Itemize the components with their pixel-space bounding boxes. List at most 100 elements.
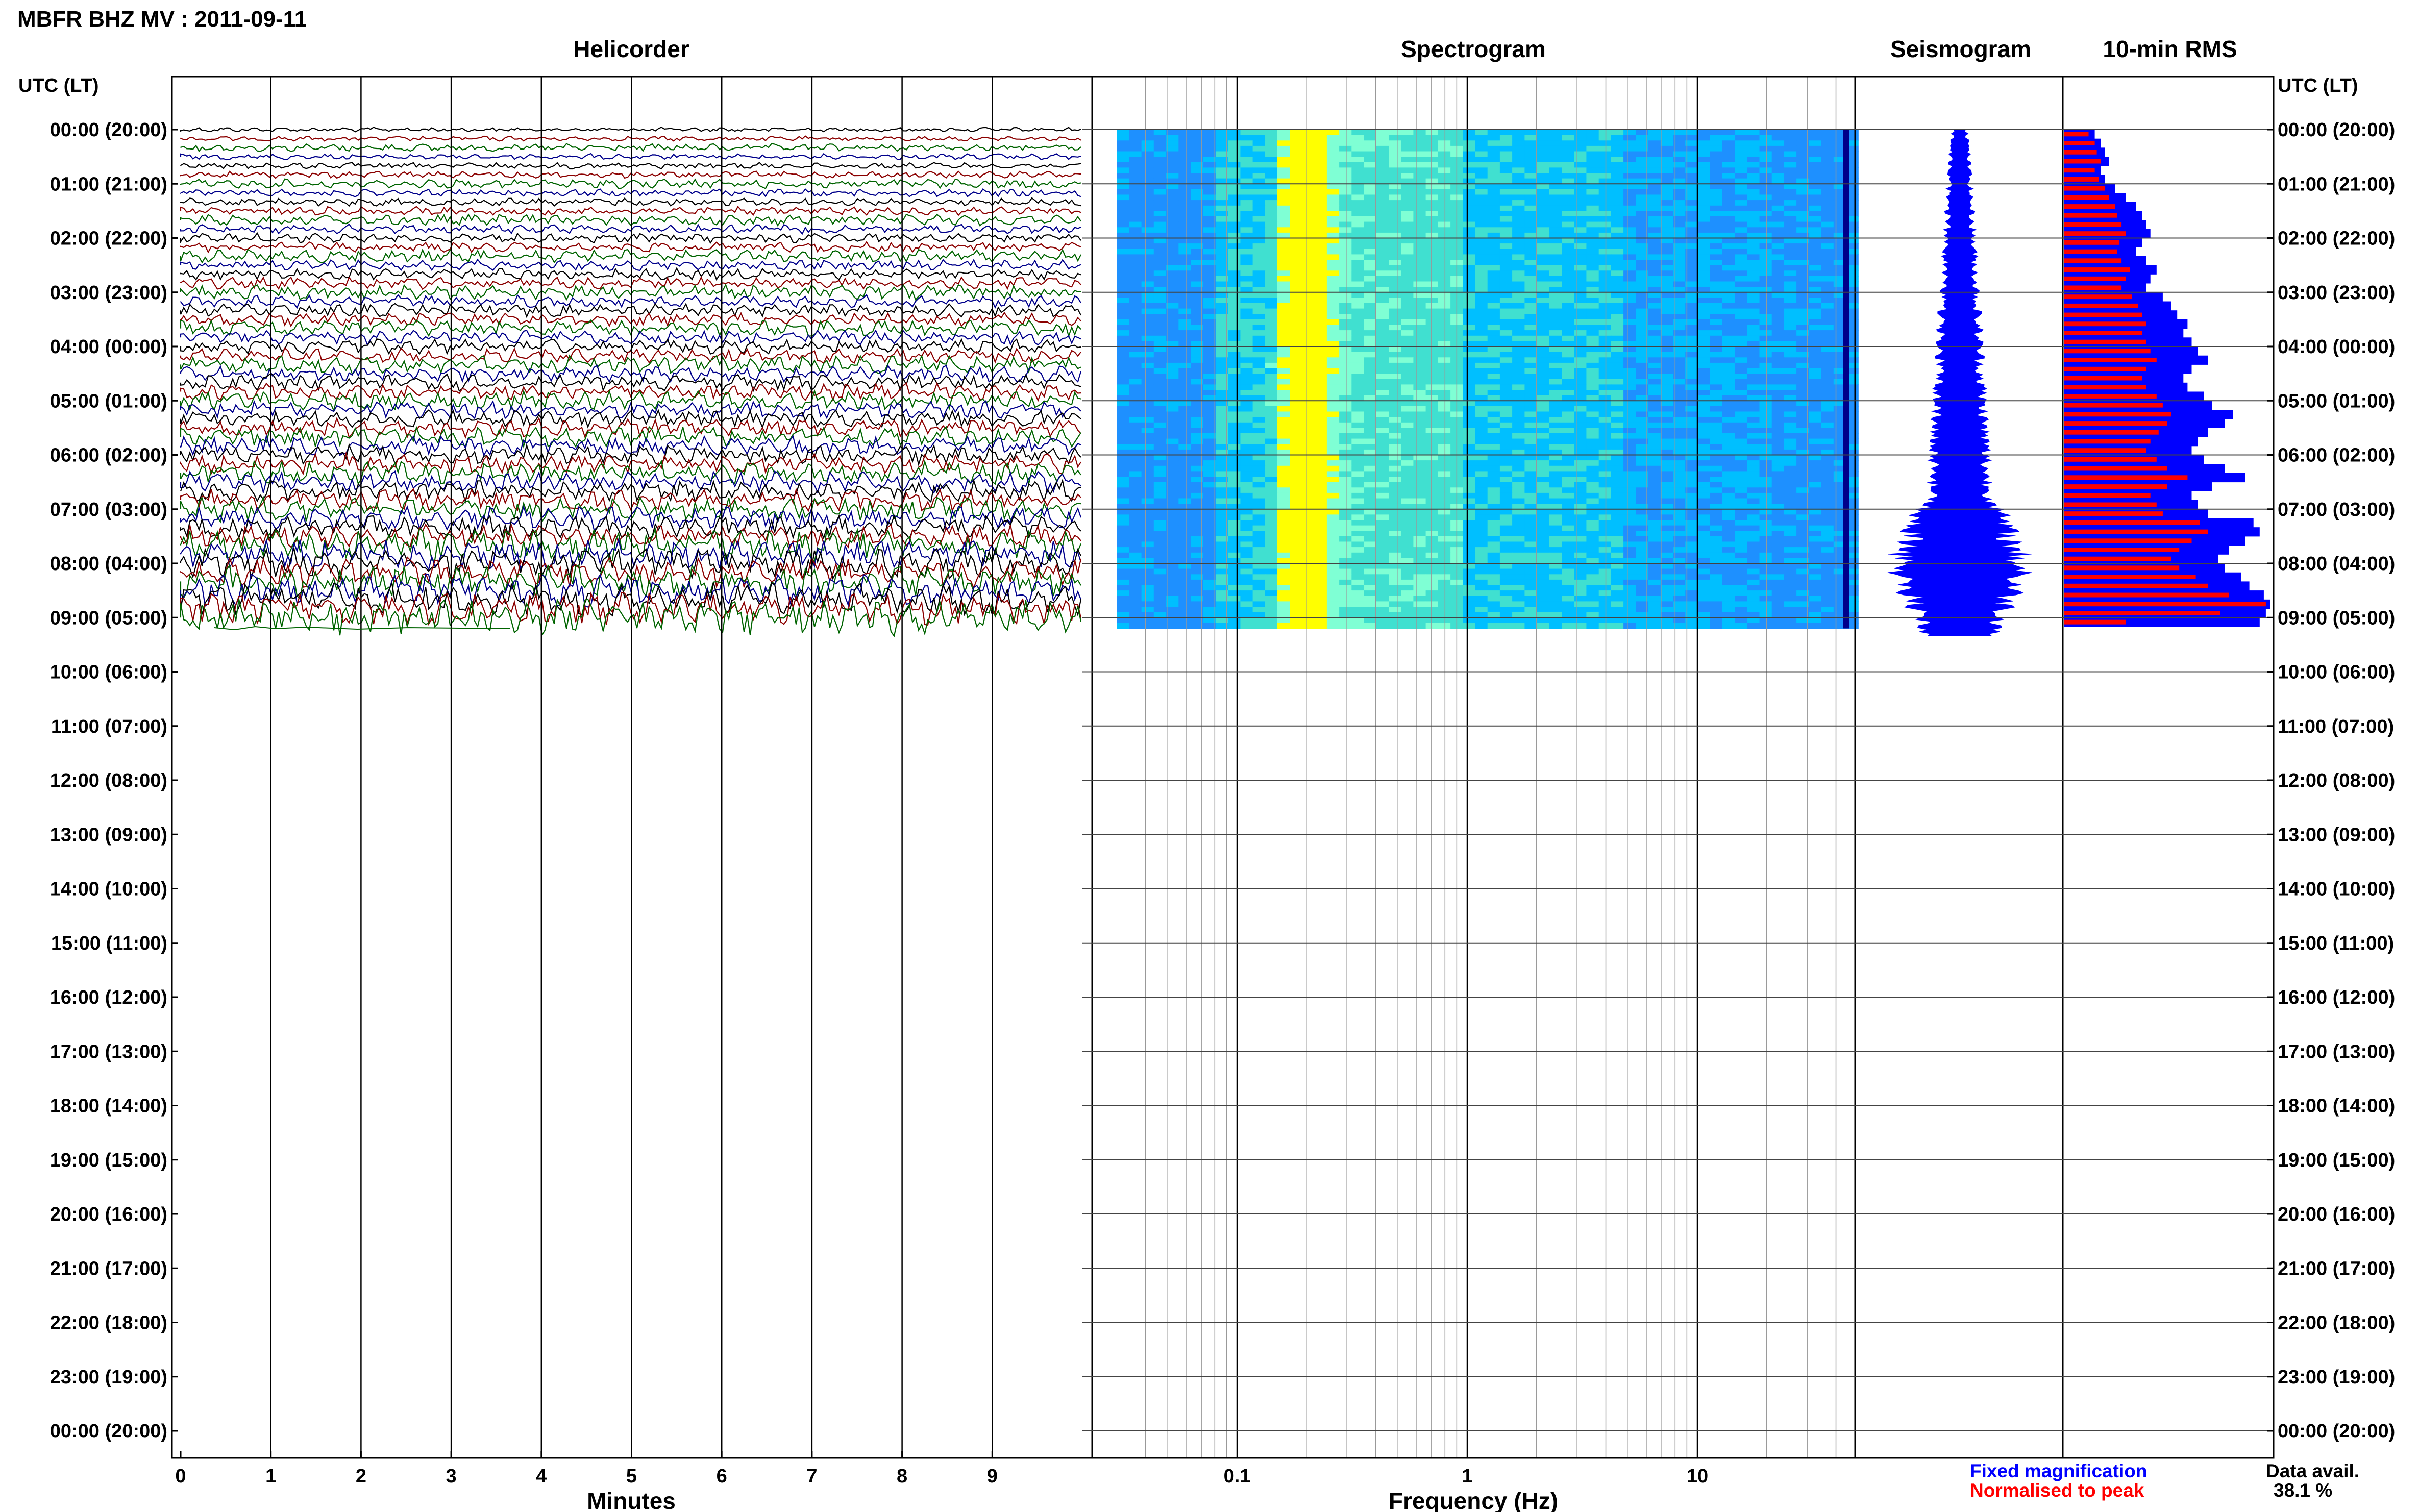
spectrogram-cell [1586, 298, 1599, 304]
spectrogram-cell [1821, 465, 1834, 472]
spectrogram-cell [1425, 433, 1439, 439]
spectrogram-cell [1351, 151, 1365, 157]
spectrogram-cell [1178, 390, 1192, 396]
spectrogram-cell [1586, 563, 1599, 569]
spectrogram-cell [1302, 401, 1315, 407]
spectrogram-cell [1277, 140, 1290, 146]
spectrogram-cell [1722, 460, 1735, 466]
spectrogram-cell [1240, 184, 1253, 190]
spectrogram-cell [1697, 314, 1711, 320]
spectrogram-cell [1326, 265, 1340, 271]
spectrogram-cell [1710, 558, 1723, 564]
spectrogram-cell [1351, 346, 1365, 353]
spectrogram-cell [1129, 249, 1142, 255]
spectrogram-cell [1252, 232, 1266, 239]
spectrogram-cell [1364, 444, 1377, 450]
spectrogram-cell [1598, 292, 1612, 298]
spectrogram-cell [1512, 319, 1525, 326]
spectrogram-cell [1141, 205, 1154, 211]
spectrogram-cell [1499, 162, 1513, 168]
spectrogram-cell [1623, 173, 1636, 179]
spectrogram-cell [1153, 298, 1167, 304]
spectrogram-cell [1809, 243, 1822, 250]
spectrogram-cell [1351, 238, 1365, 244]
spectrogram-cell [1598, 303, 1612, 309]
spectrogram-cell [1475, 449, 1488, 456]
spectrogram-cell [1290, 471, 1302, 477]
spectrogram-cell [1401, 260, 1414, 266]
spectrogram-cell [1809, 482, 1822, 488]
spectrogram-cell [1574, 140, 1587, 146]
spectrogram-cell [1129, 357, 1142, 363]
spectrogram-cell [1747, 238, 1760, 244]
spectrogram-cell [1537, 232, 1550, 239]
spectrogram-cell [1351, 330, 1365, 336]
spectrogram-cell [1759, 558, 1772, 564]
spectrogram-cell [1252, 465, 1266, 472]
spectrogram-cell [1141, 433, 1154, 439]
spectrogram-cell [1611, 428, 1624, 434]
spectrogram-cell [1413, 249, 1426, 255]
spectrogram-cell [1413, 346, 1426, 353]
spectrogram-cell [1574, 281, 1587, 287]
spectrogram-cell [1326, 514, 1340, 520]
spectrogram-cell [1586, 157, 1599, 163]
spectrogram-cell [1524, 568, 1538, 575]
spectrogram-cell [1549, 260, 1562, 266]
spectrogram-cell [1339, 449, 1352, 456]
spectrogram-cell [1586, 449, 1599, 456]
spectrogram-cell [1376, 568, 1389, 575]
spectrogram-cell [1153, 411, 1167, 417]
spectrogram-cell [1809, 368, 1822, 374]
spectrogram-cell [1537, 216, 1550, 222]
spectrogram-cell [1141, 135, 1154, 141]
spectrogram-cell [1623, 243, 1636, 250]
spectrogram-cell [1611, 509, 1624, 515]
spectrogram-cell [1821, 411, 1834, 417]
spectrogram-cell [1499, 492, 1513, 499]
spectrogram-cell [1710, 504, 1723, 510]
spectrogram-cell [1623, 547, 1636, 553]
spectrogram-cell [1425, 227, 1439, 233]
spectrogram-cell [1487, 162, 1500, 168]
spectrogram-cell [1574, 379, 1587, 385]
spectrogram-cell [1537, 520, 1550, 526]
spectrogram-cell [1389, 395, 1401, 401]
spectrogram-cell [1821, 374, 1834, 380]
spectrogram-cell [1364, 368, 1377, 374]
spectrogram-cell [1252, 298, 1266, 304]
spectrogram-cell [1747, 221, 1760, 228]
spectrogram-cell [1425, 460, 1439, 466]
spectrogram-cell [1487, 465, 1500, 472]
spectrogram-cell [1574, 449, 1587, 456]
spectrogram-cell [1574, 184, 1587, 190]
spectrogram-cell [1722, 167, 1735, 173]
spectrogram-cell [1129, 151, 1142, 157]
spectrogram-cell [1562, 346, 1574, 353]
spectrogram-cell [1425, 232, 1439, 239]
spectrogram-cell [1290, 184, 1302, 190]
spectrogram-cell [1351, 395, 1365, 401]
spectrogram-cell [1598, 552, 1612, 558]
spectrogram-cell [1722, 384, 1735, 390]
spectrogram-cell [1117, 184, 1129, 190]
spectrogram-cell [1648, 243, 1661, 250]
spectrogram-cell [1265, 254, 1278, 260]
spectrogram-cell [1722, 504, 1735, 510]
spectrogram-cell [1326, 482, 1340, 488]
spectrogram-cell [1611, 270, 1624, 277]
spectrogram-cell [1487, 433, 1500, 439]
spectrogram-cell [1228, 384, 1241, 390]
spectrogram-cell [1401, 173, 1414, 179]
spectrogram-cell [1611, 303, 1624, 309]
spectrogram-cell [1153, 574, 1167, 580]
spectrogram-cell [1487, 189, 1500, 195]
spectrogram-cell [1240, 249, 1253, 255]
spectrogram-cell [1339, 130, 1352, 136]
spectrogram-cell [1821, 509, 1834, 515]
spectrogram-cell [1141, 547, 1154, 553]
spectrogram-cell [1537, 568, 1550, 575]
spectrogram-cell [1475, 525, 1488, 531]
spectrogram-cell [1735, 509, 1747, 515]
spectrogram-cell [1326, 221, 1340, 228]
